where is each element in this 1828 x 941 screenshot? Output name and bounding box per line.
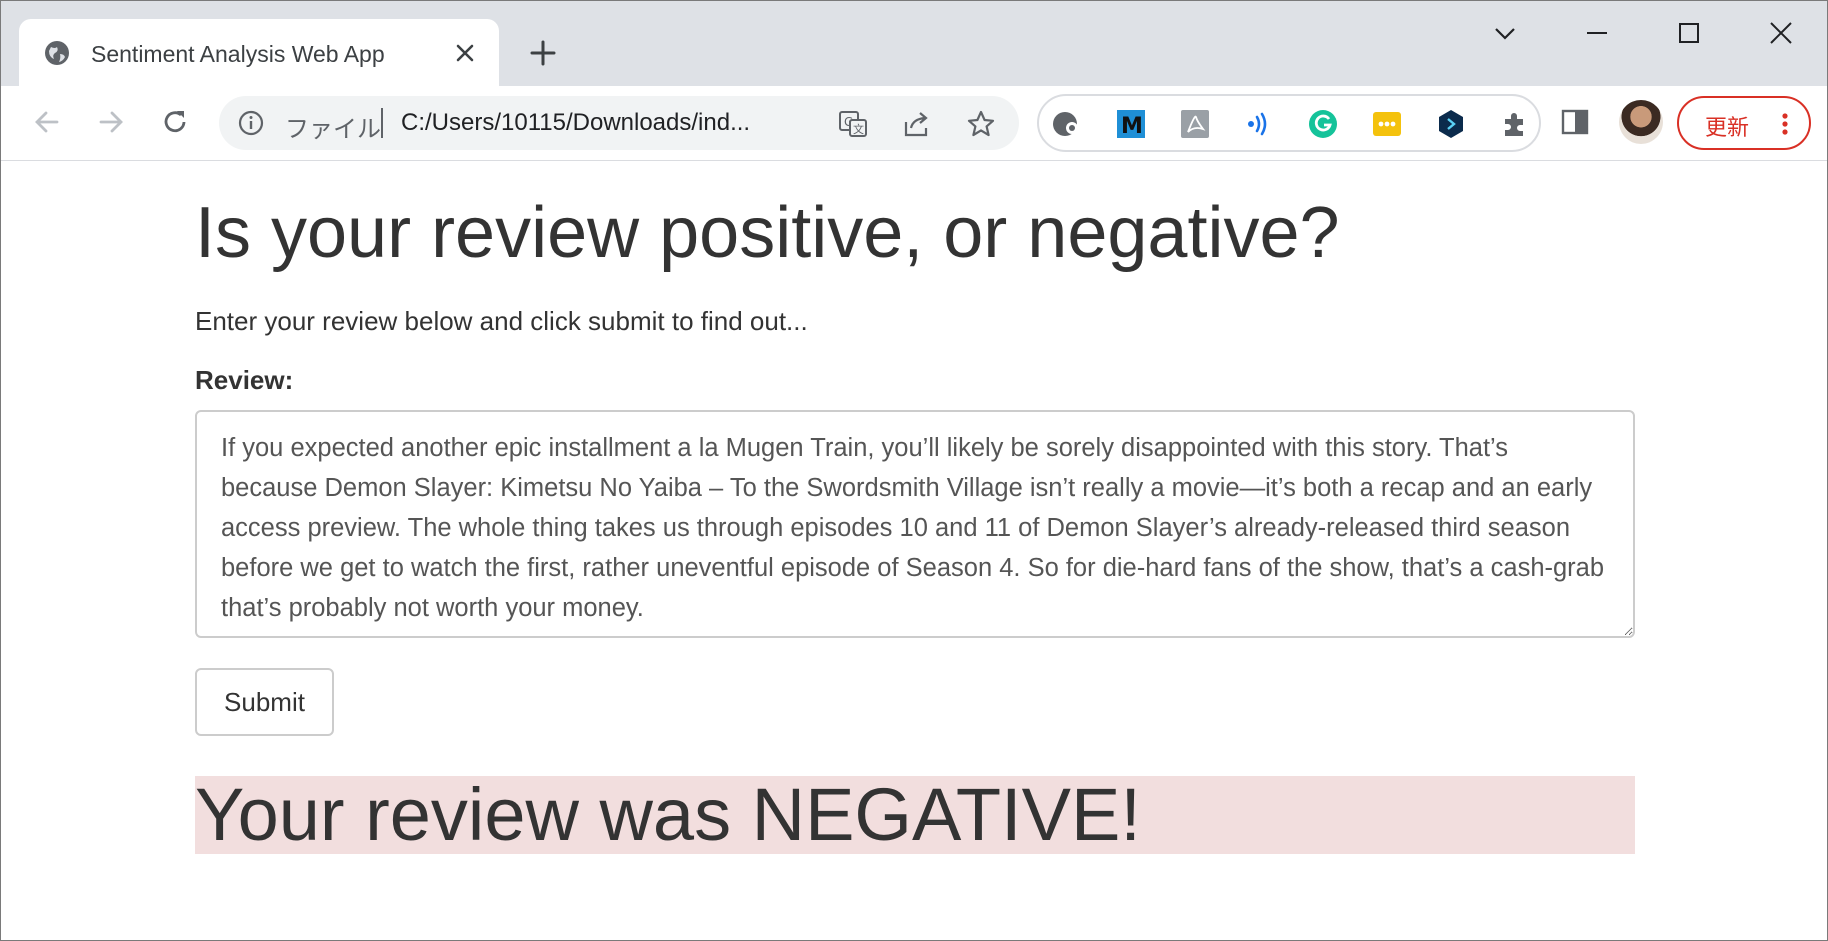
page-content: Is your review positive, or negative? En… <box>1 161 1827 940</box>
extensions-group: M <box>1037 94 1541 152</box>
tab-strip: Sentiment Analysis Web App <box>1 1 1827 86</box>
chevron-down-icon <box>1495 28 1515 40</box>
svg-text:文: 文 <box>853 122 864 136</box>
review-label: Review: <box>195 365 294 395</box>
address-bar[interactable]: ファイル C:/Users/10115/Downloads/ind... G 文 <box>219 96 1019 150</box>
address-scheme-label: ファイル <box>285 116 381 143</box>
page-description: Enter your review below and click submit… <box>195 306 808 336</box>
extension-1-icon[interactable] <box>1051 108 1083 140</box>
info-icon[interactable] <box>237 109 265 137</box>
forward-arrow-icon[interactable] <box>93 104 129 140</box>
grammarly-icon[interactable] <box>1307 108 1339 140</box>
submit-button[interactable]: Submit <box>195 668 334 736</box>
address-url[interactable]: C:/Users/10115/Downloads/ind... <box>401 109 750 137</box>
browser-toolbar: ファイル C:/Users/10115/Downloads/ind... G 文 <box>1 86 1827 161</box>
maximize-button[interactable] <box>1659 15 1719 51</box>
close-icon[interactable] <box>451 39 479 67</box>
star-icon[interactable] <box>965 108 997 140</box>
reload-icon[interactable] <box>157 104 193 140</box>
new-tab-icon[interactable] <box>527 37 559 69</box>
extension-dots-icon[interactable] <box>1371 108 1403 140</box>
close-icon <box>1770 22 1792 44</box>
tab-active[interactable]: Sentiment Analysis Web App <box>19 19 499 86</box>
avatar[interactable] <box>1619 100 1663 144</box>
tab-title: Sentiment Analysis Web App <box>91 41 385 67</box>
page-title: Is your review positive, or negative? <box>195 193 1340 273</box>
browser-window: Sentiment Analysis Web App ファイル C:/Users… <box>0 0 1828 941</box>
back-arrow-icon[interactable] <box>29 104 65 140</box>
puzzle-icon[interactable] <box>1499 108 1531 140</box>
globe-icon <box>45 41 69 65</box>
read-aloud-icon[interactable] <box>1243 108 1275 140</box>
address-separator <box>381 108 383 138</box>
review-textarea[interactable]: If you expected another epic installment… <box>195 410 1635 638</box>
extension-hex-icon[interactable] <box>1435 108 1467 140</box>
maximize-icon <box>1679 23 1699 43</box>
side-panel-icon[interactable] <box>1559 106 1591 138</box>
minimize-button[interactable] <box>1567 15 1627 51</box>
extension-m-icon[interactable]: M <box>1115 108 1147 140</box>
translate-icon[interactable]: G 文 <box>837 108 869 140</box>
pdf-extension-icon[interactable] <box>1179 108 1211 140</box>
minimize-icon <box>1587 32 1607 34</box>
close-window-button[interactable] <box>1751 15 1811 51</box>
tab-search-button[interactable] <box>1475 15 1535 51</box>
share-icon[interactable] <box>901 108 933 140</box>
more-vert-icon <box>1782 113 1788 135</box>
update-button-label: 更新 <box>1705 115 1750 140</box>
update-button[interactable]: 更新 <box>1677 96 1811 150</box>
result-alert: Your review was NEGATIVE! <box>195 776 1635 854</box>
svg-text:M: M <box>1121 114 1143 139</box>
